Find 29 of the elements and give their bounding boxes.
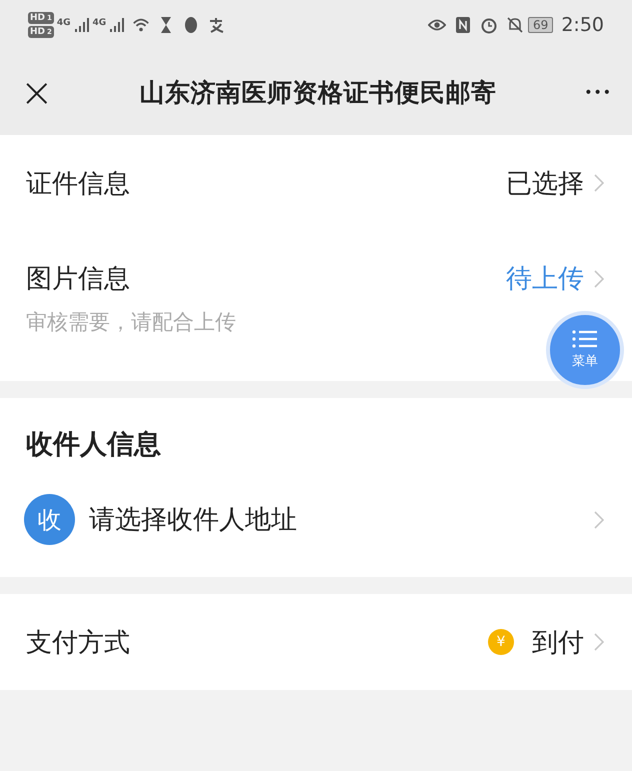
address-prompt[interactable]: 请选择收件人地址: [89, 502, 584, 537]
network-type: 4G: [56, 18, 71, 28]
row-label: 图片信息: [26, 263, 131, 296]
close-button[interactable]: ×: [20, 72, 52, 112]
more-button[interactable]: •••: [584, 84, 612, 100]
recipient-badge: 收: [24, 494, 75, 545]
wifi-icon: [132, 16, 150, 34]
chevron-icon: [594, 270, 604, 288]
row-value: 已选择: [506, 168, 584, 200]
alarm-icon: [480, 16, 498, 34]
signal-icon: [109, 17, 126, 33]
section-heading: 收件人信息: [25, 428, 162, 462]
chevron-icon: [594, 633, 604, 651]
clock-time: 2:50: [561, 14, 604, 36]
payment-value: 到付: [532, 626, 584, 660]
page-title: 山东济南医师资格证书便民邮寄: [138, 77, 498, 109]
nfc-icon: [454, 16, 472, 34]
chevron-icon: [594, 510, 604, 528]
row-label: 证件信息: [26, 168, 131, 200]
chevron-icon: [594, 174, 604, 192]
network-type: 4G: [92, 18, 106, 28]
row-hint: 审核需要，请配合上传: [26, 309, 237, 336]
list-icon: [572, 330, 598, 348]
battery-level: 69: [528, 17, 554, 33]
row-value: 待上传: [506, 263, 584, 296]
row-label: 支付方式: [26, 626, 131, 660]
signal-icon: [74, 17, 90, 33]
muted-bell-icon: [506, 16, 524, 34]
coin-icon: ¥: [488, 629, 514, 655]
